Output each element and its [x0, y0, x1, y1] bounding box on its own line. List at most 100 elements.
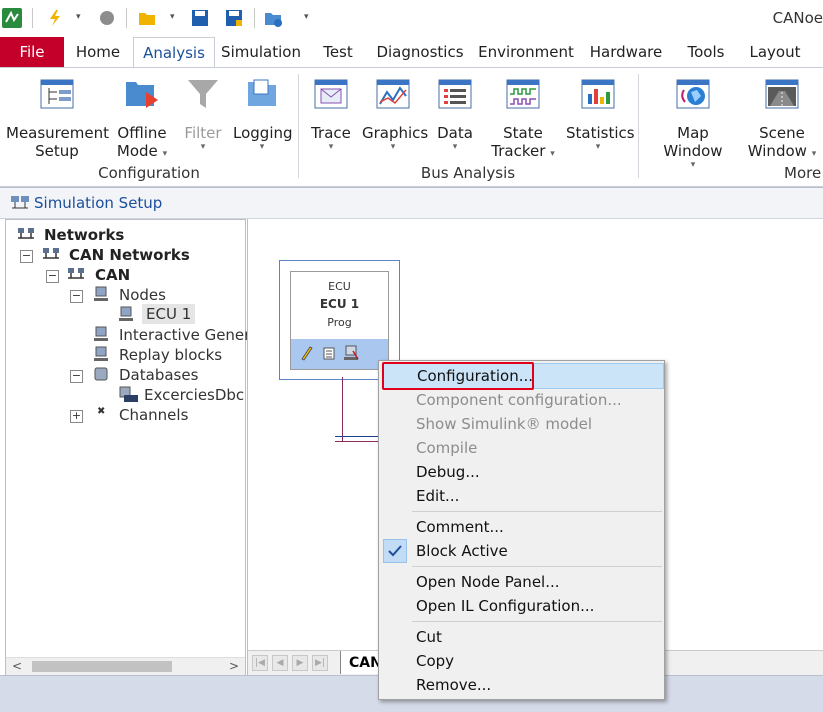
menu-item-comment[interactable]: Comment... [379, 515, 664, 539]
network-tree: Networks − CAN Networks − CAN − Nodes EC… [5, 219, 280, 677]
state-tracker-icon [506, 79, 540, 109]
scroll-right-icon[interactable]: > [229, 659, 239, 673]
qat-separator [32, 8, 33, 28]
bus-connection-line [342, 377, 343, 441]
tree-item-networks[interactable]: Networks [44, 226, 124, 244]
save-icon[interactable] [191, 9, 209, 27]
state-tracker-button[interactable]: State Tracker ▾ [486, 76, 560, 163]
menu-separator [412, 511, 662, 512]
tree-item-can-networks[interactable]: CAN Networks [69, 246, 190, 264]
lightning-start-icon[interactable] [46, 9, 64, 27]
tab-diagnostics[interactable]: Diagnostics [374, 37, 466, 67]
customize-qat-icon[interactable]: ▾ [304, 12, 309, 22]
menu-item-show-simulink-model[interactable]: Show Simulink® model [379, 412, 664, 436]
replay-blocks-icon [94, 346, 108, 361]
collapse-icon[interactable]: − [20, 250, 33, 263]
tab-environment[interactable]: Environment [478, 37, 574, 67]
stop-icon[interactable] [98, 9, 116, 27]
open-folder-icon[interactable] [138, 9, 156, 27]
tree-horizontal-scrollbar[interactable]: < > [6, 657, 245, 676]
canoe-app-icon [2, 8, 22, 28]
tab-simulation[interactable]: Simulation [218, 37, 304, 67]
ribbon-tabs: File Home Analysis Simulation Test Diagn… [0, 37, 823, 68]
first-sheet-icon[interactable]: |◀ [252, 655, 268, 671]
tab-analysis[interactable]: Analysis [133, 37, 215, 68]
collapse-icon[interactable]: − [70, 370, 83, 383]
menu-item-component-configuration[interactable]: Component configuration... [379, 388, 664, 412]
measurement-setup-button[interactable]: Measurement Setup [6, 76, 109, 160]
menu-item-compile[interactable]: Compile [379, 436, 664, 460]
tree-item-databases[interactable]: Databases [119, 366, 198, 384]
config-folder-icon[interactable] [264, 9, 282, 27]
menu-item-remove[interactable]: Remove... [379, 673, 664, 697]
filter-button[interactable]: Filter ▾ [178, 76, 228, 152]
simulation-setup-title: Simulation Setup [34, 194, 163, 212]
node-config-icon[interactable] [343, 345, 359, 361]
offline-mode-button[interactable]: Offline Mode ▾ [112, 76, 172, 163]
channels-icon: ✖ [97, 406, 106, 417]
last-sheet-icon[interactable]: ▶| [312, 655, 328, 671]
trace-icon [314, 79, 348, 109]
tree-item-ecu1[interactable]: ECU 1 [142, 304, 196, 324]
tree-item-replay-blocks[interactable]: Replay blocks [119, 346, 222, 364]
data-label: Data [437, 124, 473, 142]
chevron-down-icon: ▾ [390, 142, 396, 152]
collapse-icon[interactable]: − [70, 290, 83, 303]
offline-mode-label-2: Mode [116, 142, 158, 160]
menu-item-cut[interactable]: Cut [379, 625, 664, 649]
tab-test[interactable]: Test [312, 37, 364, 67]
tab-file[interactable]: File [0, 37, 64, 67]
chevron-down-icon: ▾ [328, 142, 334, 152]
filter-funnel-icon [188, 80, 218, 108]
graphics-icon [376, 79, 410, 109]
menu-item-open-il-configuration[interactable]: Open IL Configuration... [379, 594, 664, 618]
filter-label: Filter [184, 124, 222, 142]
menu-item-block-active[interactable]: Block Active [379, 539, 664, 563]
scrollbar-thumb[interactable] [32, 661, 172, 672]
databases-icon [94, 367, 108, 381]
ecu-program-label: Prog [327, 316, 352, 329]
menu-item-debug[interactable]: Debug... [379, 460, 664, 484]
tab-tools[interactable]: Tools [680, 37, 732, 67]
logging-icon [248, 79, 276, 106]
save-as-icon[interactable] [225, 9, 243, 27]
expand-icon[interactable]: + [70, 410, 83, 423]
tab-hardware[interactable]: Hardware [586, 37, 666, 67]
collapse-icon[interactable]: − [46, 270, 59, 283]
map-window-button[interactable]: Map Window ▾ [646, 76, 740, 170]
qat-separator [126, 8, 127, 28]
start-dropdown-icon[interactable]: ▾ [76, 12, 81, 22]
menu-separator [412, 621, 662, 622]
scene-window-button[interactable]: Scene Window ▾ [744, 76, 820, 163]
can-bus-icon [68, 268, 84, 279]
ecu-block[interactable]: ECU ECU 1 Prog [290, 271, 389, 370]
ecu-node-icon [119, 306, 133, 321]
menu-item-edit[interactable]: Edit... [379, 484, 664, 508]
prev-sheet-icon[interactable]: ◀ [272, 655, 288, 671]
trace-button[interactable]: Trace ▾ [306, 76, 356, 152]
ecu-toolstrip [291, 339, 388, 369]
data-button[interactable]: Data ▾ [433, 76, 477, 152]
scroll-left-icon[interactable]: < [12, 659, 22, 673]
logging-button[interactable]: Logging ▾ [233, 76, 293, 152]
menu-item-open-node-panel[interactable]: Open Node Panel... [379, 570, 664, 594]
measurement-setup-icon [40, 79, 74, 109]
menu-item-copy[interactable]: Copy [379, 649, 664, 673]
tree-item-dbc[interactable]: ExcerciesDbc [144, 386, 244, 404]
graphics-button[interactable]: Graphics ▾ [362, 76, 428, 152]
statistics-button[interactable]: Statistics ▾ [566, 76, 635, 152]
statistics-icon [581, 79, 615, 109]
tab-layout[interactable]: Layout [744, 37, 806, 67]
tree-item-can[interactable]: CAN [95, 266, 130, 284]
tree-item-nodes[interactable]: Nodes [119, 286, 166, 304]
tab-home[interactable]: Home [66, 37, 130, 67]
app-title: CANoe [772, 9, 823, 27]
program-file-icon[interactable] [321, 345, 337, 361]
tree-item-channels[interactable]: Channels [119, 406, 188, 424]
scene-window-label: Scene [759, 124, 805, 142]
group-separator [638, 74, 639, 178]
data-icon [438, 79, 472, 109]
pencil-icon[interactable] [299, 345, 313, 361]
next-sheet-icon[interactable]: ▶ [292, 655, 308, 671]
open-dropdown-icon[interactable]: ▾ [170, 12, 175, 22]
